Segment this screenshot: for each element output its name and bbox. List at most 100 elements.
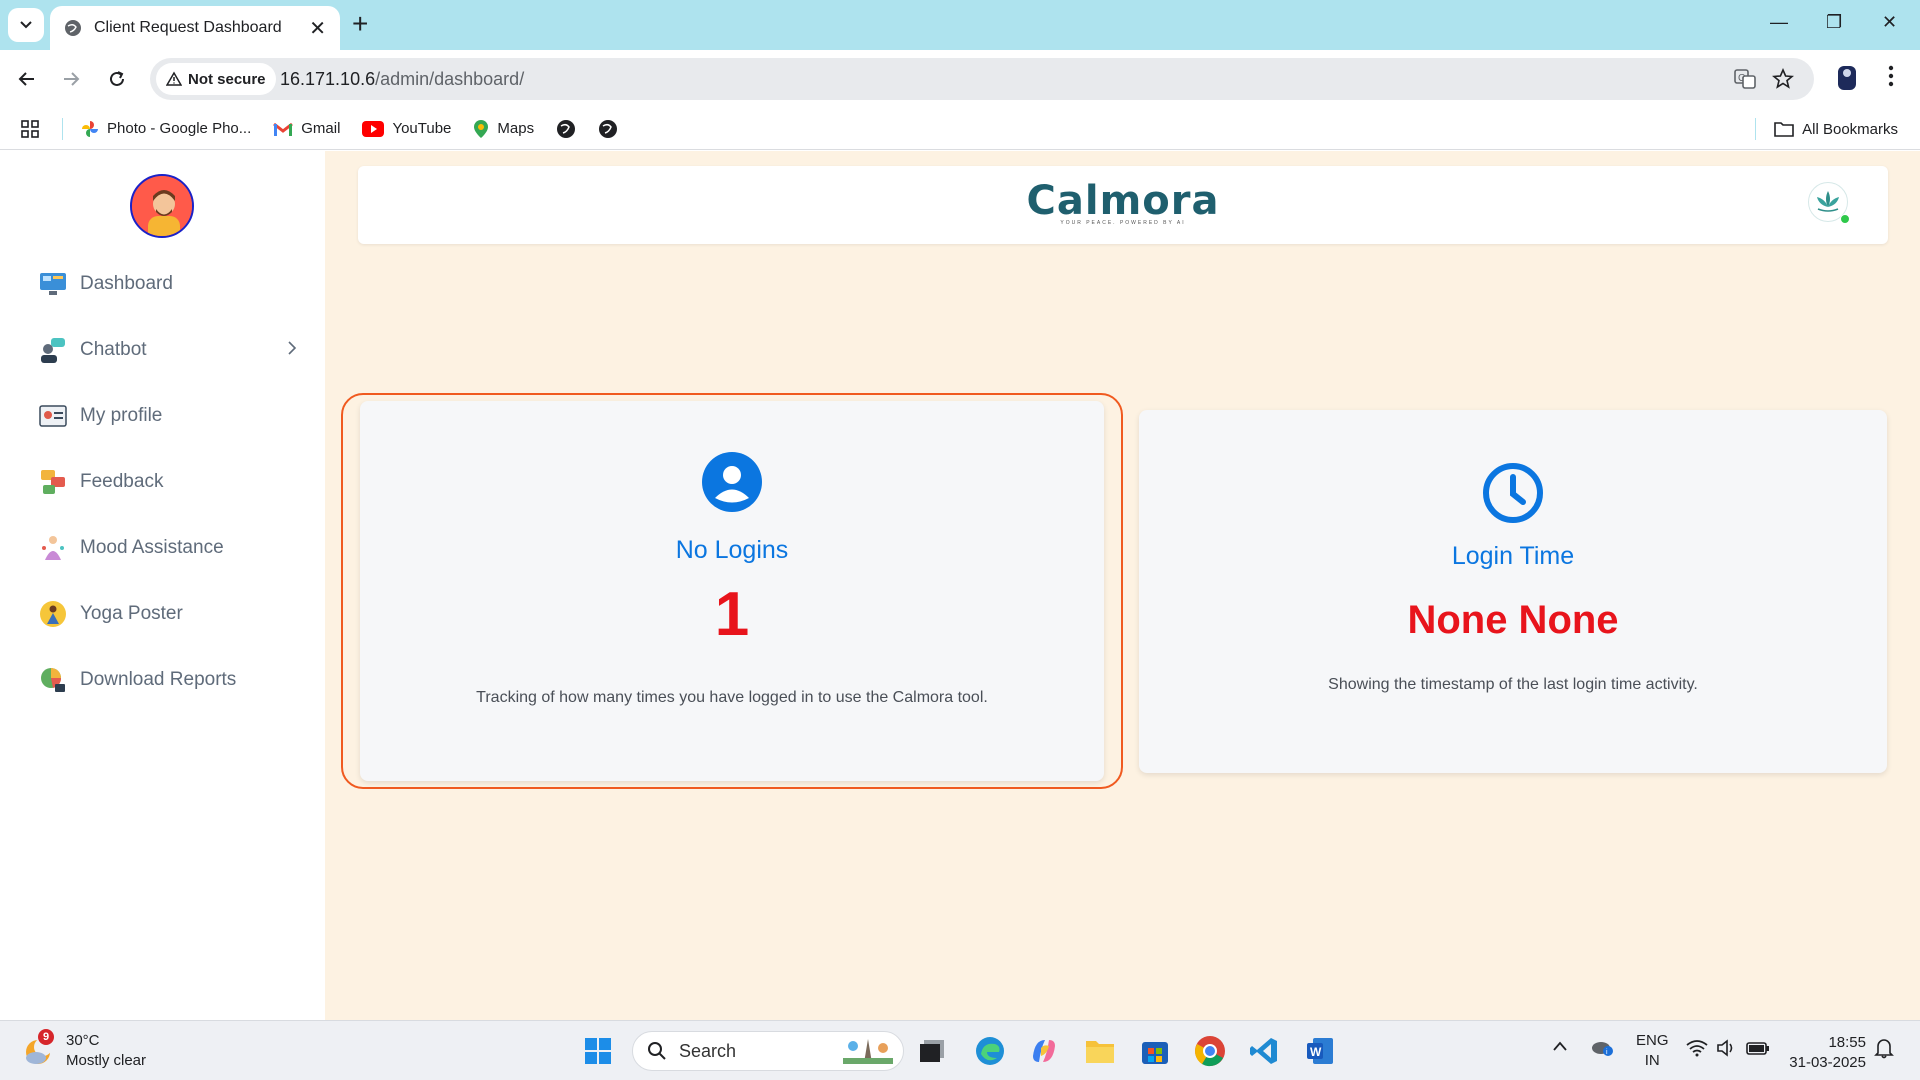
brand-logo[interactable]: Calmora YOUR PEACE. POWERED BY AI xyxy=(1027,178,1220,226)
language-top: ENG xyxy=(1636,1032,1669,1049)
new-tab-button[interactable]: + xyxy=(352,10,368,38)
edge-icon[interactable] xyxy=(972,1033,1008,1069)
youtube-icon xyxy=(362,120,385,137)
all-bookmarks-button[interactable]: All Bookmarks xyxy=(1755,118,1898,140)
windows-taskbar: 9 30°C Mostly clear Search W i ENG IN 18… xyxy=(0,1020,1920,1080)
sidebar-item-label: Chatbot xyxy=(80,339,147,360)
chrome-icon[interactable] xyxy=(1192,1033,1228,1069)
task-view-icon[interactable] xyxy=(914,1033,950,1069)
reload-icon xyxy=(110,71,124,86)
user-circle-icon xyxy=(702,452,762,512)
sidebar-item-feedback[interactable]: Feedback xyxy=(38,462,298,502)
sidebar: Dashboard Chatbot My profile Feedback Mo… xyxy=(0,151,325,1020)
wifi-icon[interactable] xyxy=(1686,1039,1708,1061)
brand-name: Calmora xyxy=(1026,178,1220,224)
sidebar-item-label: Download Reports xyxy=(80,669,237,690)
sidebar-item-my-profile[interactable]: My profile xyxy=(38,396,298,436)
bookmark-separator xyxy=(62,117,63,140)
sidebar-item-dashboard[interactable]: Dashboard xyxy=(38,264,298,304)
forward-button[interactable] xyxy=(56,64,86,94)
bookmarks-bar: Photo - Google Pho... Gmail YouTube Maps… xyxy=(0,108,1920,150)
windows-start-icon[interactable] xyxy=(580,1033,616,1069)
tab-search-button[interactable] xyxy=(8,8,44,42)
bookmark-maps[interactable]: Maps xyxy=(473,119,534,139)
word-icon[interactable]: W xyxy=(1302,1033,1338,1069)
taskbar-search[interactable]: Search xyxy=(632,1031,904,1071)
close-tab-icon[interactable]: ✕ xyxy=(309,16,326,41)
app-content: Dashboard Chatbot My profile Feedback Mo… xyxy=(0,151,1920,1020)
logins-card[interactable]: No Logins 1 Tracking of how many times y… xyxy=(360,401,1104,781)
onedrive-icon[interactable]: i xyxy=(1590,1037,1614,1061)
sidebar-item-download-reports[interactable]: Download Reports xyxy=(38,660,298,700)
battery-icon[interactable] xyxy=(1746,1039,1770,1061)
sidebar-item-yoga-poster[interactable]: Yoga Poster xyxy=(38,594,298,634)
svg-text:W: W xyxy=(1310,1045,1322,1059)
sidebar-item-label: Feedback xyxy=(80,471,164,492)
globe-icon xyxy=(65,20,81,36)
copilot-icon[interactable] xyxy=(1026,1033,1062,1069)
reload-button[interactable] xyxy=(102,64,132,94)
sidebar-item-label: Mood Assistance xyxy=(80,537,224,558)
weather-badge: 9 xyxy=(38,1029,54,1045)
sidebar-item-label: Dashboard xyxy=(80,273,173,294)
sidebar-item-label: My profile xyxy=(80,405,163,426)
google-photos-icon xyxy=(81,120,99,138)
browser-toolbar: Not secure 16.171.10.6/admin/dashboard/ … xyxy=(0,50,1920,108)
taskbar-search-label: Search xyxy=(679,1040,737,1061)
login-time-card-description: Showing the timestamp of the last login … xyxy=(1328,676,1698,693)
logins-card-value: 1 xyxy=(714,580,750,649)
system-clock[interactable]: 18:55 31-03-2025 xyxy=(1789,1033,1866,1073)
browser-tabstrip: Client Request Dashboard ✕ + — ❐ ✕ xyxy=(0,0,1920,50)
weather-widget[interactable]: 9 30°C Mostly clear xyxy=(22,1029,146,1071)
sidebar-item-chatbot[interactable]: Chatbot xyxy=(38,330,298,370)
folder-icon xyxy=(1774,122,1794,137)
file-explorer-icon[interactable] xyxy=(1082,1033,1118,1069)
logins-card-title: No Logins xyxy=(675,536,789,564)
logins-card-description: Tracking of how many times you have logg… xyxy=(476,689,988,706)
bookmark-gmail[interactable]: Gmail xyxy=(273,120,340,137)
security-chip[interactable]: Not secure xyxy=(156,63,276,95)
arrow-left-icon xyxy=(18,72,34,86)
language-indicator[interactable]: ENG IN xyxy=(1636,1031,1669,1071)
feedback-icon xyxy=(38,467,68,497)
bookmark-label: Maps xyxy=(497,120,535,137)
mood-icon xyxy=(38,533,68,563)
chevron-up-icon[interactable] xyxy=(1552,1039,1568,1056)
speaker-icon[interactable] xyxy=(1716,1039,1738,1061)
bookmark-label: Photo - Google Pho... xyxy=(107,120,252,137)
address-bar[interactable]: Not secure 16.171.10.6/admin/dashboard/ … xyxy=(150,58,1814,100)
clock-date: 31-03-2025 xyxy=(1789,1054,1866,1071)
url-host: 16.171.10.6 xyxy=(280,69,376,89)
bookmark-youtube[interactable]: YouTube xyxy=(362,120,451,137)
kebab-menu-icon[interactable] xyxy=(1888,64,1894,93)
avatar[interactable] xyxy=(130,174,194,238)
reports-icon xyxy=(38,665,68,695)
chevron-right-icon xyxy=(288,341,297,355)
tab-title: Client Request Dashboard xyxy=(94,19,282,36)
back-button[interactable] xyxy=(12,64,42,94)
browser-tab-active[interactable]: Client Request Dashboard ✕ xyxy=(50,6,340,50)
vscode-icon[interactable] xyxy=(1246,1033,1282,1069)
profile-avatar[interactable] xyxy=(1834,64,1860,97)
login-time-card[interactable]: Login Time None None Showing the timesta… xyxy=(1139,410,1887,773)
bookmark-globe-2[interactable] xyxy=(598,119,618,139)
bookmark-google-photos[interactable]: Photo - Google Pho... xyxy=(81,120,251,138)
gmail-icon xyxy=(273,121,294,137)
notification-bell-icon[interactable] xyxy=(1874,1037,1894,1063)
sidebar-item-mood-assistance[interactable]: Mood Assistance xyxy=(38,528,298,568)
close-window-icon[interactable]: ✕ xyxy=(1882,12,1897,33)
store-icon[interactable] xyxy=(1137,1033,1173,1069)
language-bottom: IN xyxy=(1644,1052,1660,1069)
restore-icon[interactable]: ❐ xyxy=(1826,12,1842,33)
search-highlight-icon xyxy=(843,1039,893,1064)
bookmark-globe-1[interactable] xyxy=(556,119,576,139)
bookmark-label: Gmail xyxy=(301,120,341,137)
star-bookmark-icon[interactable] xyxy=(1771,67,1795,95)
all-bookmarks-label: All Bookmarks xyxy=(1802,120,1898,138)
globe-icon xyxy=(599,119,618,138)
translate-icon[interactable]: G xyxy=(1734,68,1756,95)
globe-icon xyxy=(557,119,576,138)
url-text: 16.171.10.6/admin/dashboard/ xyxy=(280,69,524,90)
apps-grid-icon[interactable] xyxy=(20,119,40,139)
minimize-icon[interactable]: — xyxy=(1770,12,1788,33)
